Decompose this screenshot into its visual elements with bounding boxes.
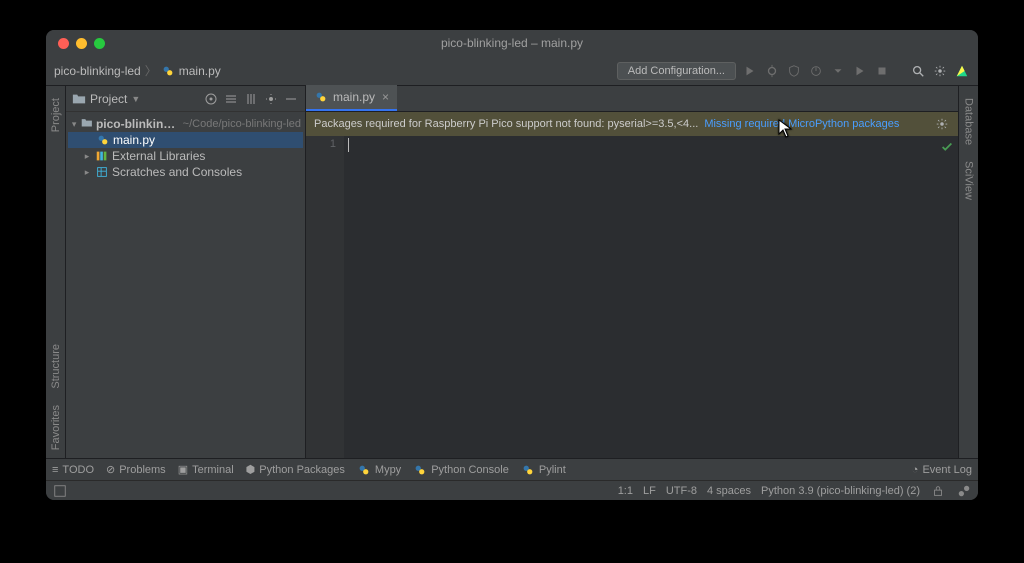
- editor-area: main.py × Packages required for Raspberr…: [306, 86, 958, 458]
- terminal-icon: ▣: [178, 463, 188, 476]
- collapse-all-icon[interactable]: [243, 91, 259, 107]
- navigation-bar: pico-blinking-led 〉 main.py Add Configur…: [46, 56, 978, 86]
- status-bar: 1:1 LF UTF-8 4 spaces Python 3.9 (pico-b…: [46, 480, 978, 500]
- debug-icon[interactable]: [764, 63, 780, 79]
- project-folder-icon: [81, 117, 93, 131]
- chevron-right-icon: ▸: [82, 151, 92, 162]
- line-ending[interactable]: LF: [643, 485, 656, 497]
- run-icon[interactable]: [742, 63, 758, 79]
- breadcrumb-project[interactable]: pico-blinking-led: [54, 64, 141, 78]
- ide-status-icon[interactable]: [956, 483, 972, 499]
- event-log-button[interactable]: ◔Event Log: [912, 464, 972, 476]
- view-options-icon[interactable]: [263, 91, 279, 107]
- editor-notification-bar: Packages required for Raspberry Pi Pico …: [306, 112, 958, 136]
- window-controls: [46, 38, 105, 49]
- library-icon: [95, 149, 109, 163]
- python-interpreter[interactable]: Python 3.9 (pico-blinking-led) (2): [761, 485, 920, 497]
- add-configuration-button[interactable]: Add Configuration...: [617, 62, 736, 80]
- select-opened-file-icon[interactable]: [203, 91, 219, 107]
- bottom-tool-bar: ≡TODO ⊘Problems ▣Terminal ⬢Python Packag…: [46, 458, 978, 480]
- stop-icon[interactable]: [874, 63, 890, 79]
- tree-external-libraries[interactable]: ▸ External Libraries: [68, 148, 303, 164]
- editor-gutter: 1: [306, 136, 344, 458]
- toolwindow-toggle-icon[interactable]: [52, 483, 68, 499]
- notification-settings-icon[interactable]: [934, 116, 950, 132]
- lock-icon[interactable]: [930, 483, 946, 499]
- python-file-icon: [161, 64, 175, 78]
- minimize-window-button[interactable]: [76, 38, 87, 49]
- mypy-tool-button[interactable]: Mypy: [357, 463, 401, 477]
- caret-position[interactable]: 1:1: [618, 485, 633, 497]
- folder-icon: [72, 92, 86, 106]
- dropdown-icon: ▼: [131, 94, 140, 104]
- project-tool-button[interactable]: Project: [50, 90, 62, 140]
- rerun-icon[interactable]: [852, 63, 868, 79]
- ide-window: pico-blinking-led – main.py pico-blinkin…: [46, 30, 978, 500]
- zoom-window-button[interactable]: [94, 38, 105, 49]
- project-sidebar: Project ▼ ▾ pico-blinking-led ~/Code/pic…: [66, 86, 306, 458]
- python-icon: [413, 463, 427, 477]
- python-console-tool-button[interactable]: Python Console: [413, 463, 509, 477]
- breadcrumb[interactable]: pico-blinking-led 〉 main.py: [54, 62, 221, 79]
- ide-logo-icon[interactable]: [954, 63, 970, 79]
- coverage-icon[interactable]: [786, 63, 802, 79]
- profile-icon[interactable]: [808, 63, 824, 79]
- titlebar: pico-blinking-led – main.py: [46, 30, 978, 56]
- indent-setting[interactable]: 4 spaces: [707, 485, 751, 497]
- structure-tool-button[interactable]: Structure: [50, 336, 62, 397]
- notification-link[interactable]: Missing required MicroPython packages: [704, 118, 899, 130]
- breadcrumb-separator: 〉: [145, 62, 157, 79]
- python-icon: [357, 463, 371, 477]
- right-tool-strip: Database SciView: [958, 86, 978, 458]
- warning-icon: ⊘: [106, 463, 115, 476]
- line-number: 1: [306, 138, 336, 150]
- bell-icon: ◔: [912, 464, 919, 476]
- project-view-title[interactable]: Project ▼: [72, 92, 140, 106]
- text-caret: [348, 138, 349, 152]
- package-icon: ⬢: [246, 463, 256, 476]
- favorites-tool-button[interactable]: Favorites: [50, 397, 62, 458]
- problems-tool-button[interactable]: ⊘Problems: [106, 463, 166, 476]
- list-icon: ≡: [52, 464, 58, 476]
- todo-tool-button[interactable]: ≡TODO: [52, 464, 94, 476]
- code-area[interactable]: [344, 136, 958, 458]
- python-file-icon: [96, 133, 110, 147]
- tree-scratches[interactable]: ▸ Scratches and Consoles: [68, 164, 303, 180]
- python-file-icon: [314, 90, 328, 104]
- inspection-ok-icon[interactable]: [940, 140, 954, 157]
- editor-body[interactable]: 1: [306, 136, 958, 458]
- project-view-header: Project ▼: [66, 86, 305, 112]
- left-tool-strip: Project Structure Favorites: [46, 86, 66, 458]
- close-tab-icon[interactable]: ×: [382, 90, 389, 104]
- expand-all-icon[interactable]: [223, 91, 239, 107]
- search-icon[interactable]: [910, 63, 926, 79]
- breadcrumb-file[interactable]: main.py: [179, 64, 221, 78]
- chevron-right-icon: ▸: [82, 167, 92, 178]
- editor-tab-mainpy[interactable]: main.py ×: [306, 85, 397, 111]
- chevron-down-icon: ▾: [70, 119, 78, 130]
- editor-tabs: main.py ×: [306, 86, 958, 112]
- encoding[interactable]: UTF-8: [666, 485, 697, 497]
- database-tool-button[interactable]: Database: [963, 90, 975, 153]
- python-icon: [521, 463, 535, 477]
- sciview-tool-button[interactable]: SciView: [963, 153, 975, 208]
- scratches-icon: [95, 165, 109, 179]
- project-tree: ▾ pico-blinking-led ~/Code/pico-blinking…: [66, 112, 305, 184]
- hide-panel-icon[interactable]: [283, 91, 299, 107]
- python-packages-tool-button[interactable]: ⬢Python Packages: [246, 463, 345, 476]
- tree-root[interactable]: ▾ pico-blinking-led ~/Code/pico-blinking…: [68, 116, 303, 132]
- tree-file-mainpy[interactable]: main.py: [68, 132, 303, 148]
- pylint-tool-button[interactable]: Pylint: [521, 463, 566, 477]
- notification-message: Packages required for Raspberry Pi Pico …: [314, 118, 698, 130]
- close-window-button[interactable]: [58, 38, 69, 49]
- settings-icon[interactable]: [932, 63, 948, 79]
- terminal-tool-button[interactable]: ▣Terminal: [178, 463, 234, 476]
- run-dropdown-icon[interactable]: [830, 63, 846, 79]
- window-title: pico-blinking-led – main.py: [441, 36, 583, 50]
